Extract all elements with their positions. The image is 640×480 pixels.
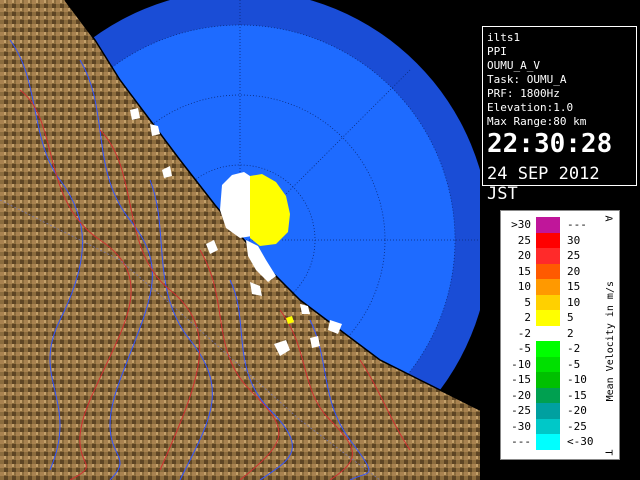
legend-low-label: --- xyxy=(511,435,531,448)
legend-high-label: <-30 xyxy=(567,435,594,448)
velocity-legend: A Mean Velocity in m/s T >30 --- 25 30 20 25 1… xyxy=(500,210,620,460)
sensor-name: OUMU_A_V xyxy=(487,59,540,72)
legend-swatch xyxy=(536,294,560,310)
legend-swatch xyxy=(536,356,560,372)
legend-low-label: >30 xyxy=(511,218,531,231)
legend-swatch xyxy=(536,341,560,357)
info-panel: ilts1 PPI OUMU_A_V Task: OUMU_A PRF: 180… xyxy=(480,0,640,480)
legend-swatch xyxy=(536,387,560,403)
legend-top-marker: A xyxy=(602,215,614,222)
legend-swatch xyxy=(536,372,560,388)
site-name: ilts1 xyxy=(487,31,521,44)
prf-value: PRF: 1800Hz xyxy=(487,87,560,100)
legend-high-label: 20 xyxy=(567,264,581,278)
legend-high-label: -5 xyxy=(567,357,581,371)
legend-low-label: -2 xyxy=(517,326,531,340)
legend-swatch xyxy=(536,217,560,233)
legend-high-label: -15 xyxy=(567,388,587,402)
legend-high-label: 10 xyxy=(567,295,581,309)
legend-low-label: -15 xyxy=(511,373,531,386)
legend-low-label: -5 xyxy=(517,342,531,355)
legend-high-label: --- xyxy=(567,218,587,231)
legend-swatch xyxy=(536,232,560,248)
legend-high-label: -10 xyxy=(567,373,587,386)
radar-metadata-box: ilts1 PPI OUMU_A_V Task: OUMU_A PRF: 180… xyxy=(482,26,637,204)
legend-swatch xyxy=(536,403,560,419)
legend-high-label: -25 xyxy=(567,419,587,433)
legend-low-label: -30 xyxy=(511,419,531,433)
legend-low-label: -20 xyxy=(511,388,531,402)
legend-high-label: 25 xyxy=(567,249,581,262)
legend-low-label: 5 xyxy=(524,295,531,309)
legend-low-label: 10 xyxy=(517,280,531,293)
legend-bottom-marker: T xyxy=(602,449,614,456)
product-type: PPI xyxy=(487,45,507,58)
legend-low-label: 2 xyxy=(524,311,531,324)
legend-low-label: 20 xyxy=(517,249,531,262)
legend-high-label: 30 xyxy=(567,233,581,247)
legend-swatch xyxy=(536,263,560,279)
legend-high-label: 2 xyxy=(567,326,574,340)
legend-swatch xyxy=(536,325,560,341)
legend-high-label: -20 xyxy=(567,404,587,417)
legend-low-label: -10 xyxy=(511,357,531,371)
legend-high-label: -2 xyxy=(567,342,581,355)
elevation-value: Elevation:1.0 xyxy=(487,101,574,114)
legend-swatch xyxy=(536,310,560,326)
legend-swatch xyxy=(536,418,560,434)
legend-swatch xyxy=(536,434,560,450)
task-name: Task: OUMU_A xyxy=(487,73,567,86)
legend-title: Mean Velocity in m/s xyxy=(605,281,616,402)
legend-high-label: 5 xyxy=(567,311,574,324)
legend-low-label: 25 xyxy=(517,233,531,247)
legend-low-label: -25 xyxy=(511,404,531,417)
max-range-value: Max Range:80 km xyxy=(487,115,587,128)
scan-date: 24 SEP 2012 JST xyxy=(487,164,600,204)
scan-time: 22:30:28 xyxy=(487,129,613,159)
legend-low-label: 15 xyxy=(517,264,531,278)
legend-swatch xyxy=(536,248,560,264)
radar-ppi-map[interactable] xyxy=(0,0,480,480)
legend-high-label: 15 xyxy=(567,280,581,293)
legend-swatch xyxy=(536,279,560,295)
